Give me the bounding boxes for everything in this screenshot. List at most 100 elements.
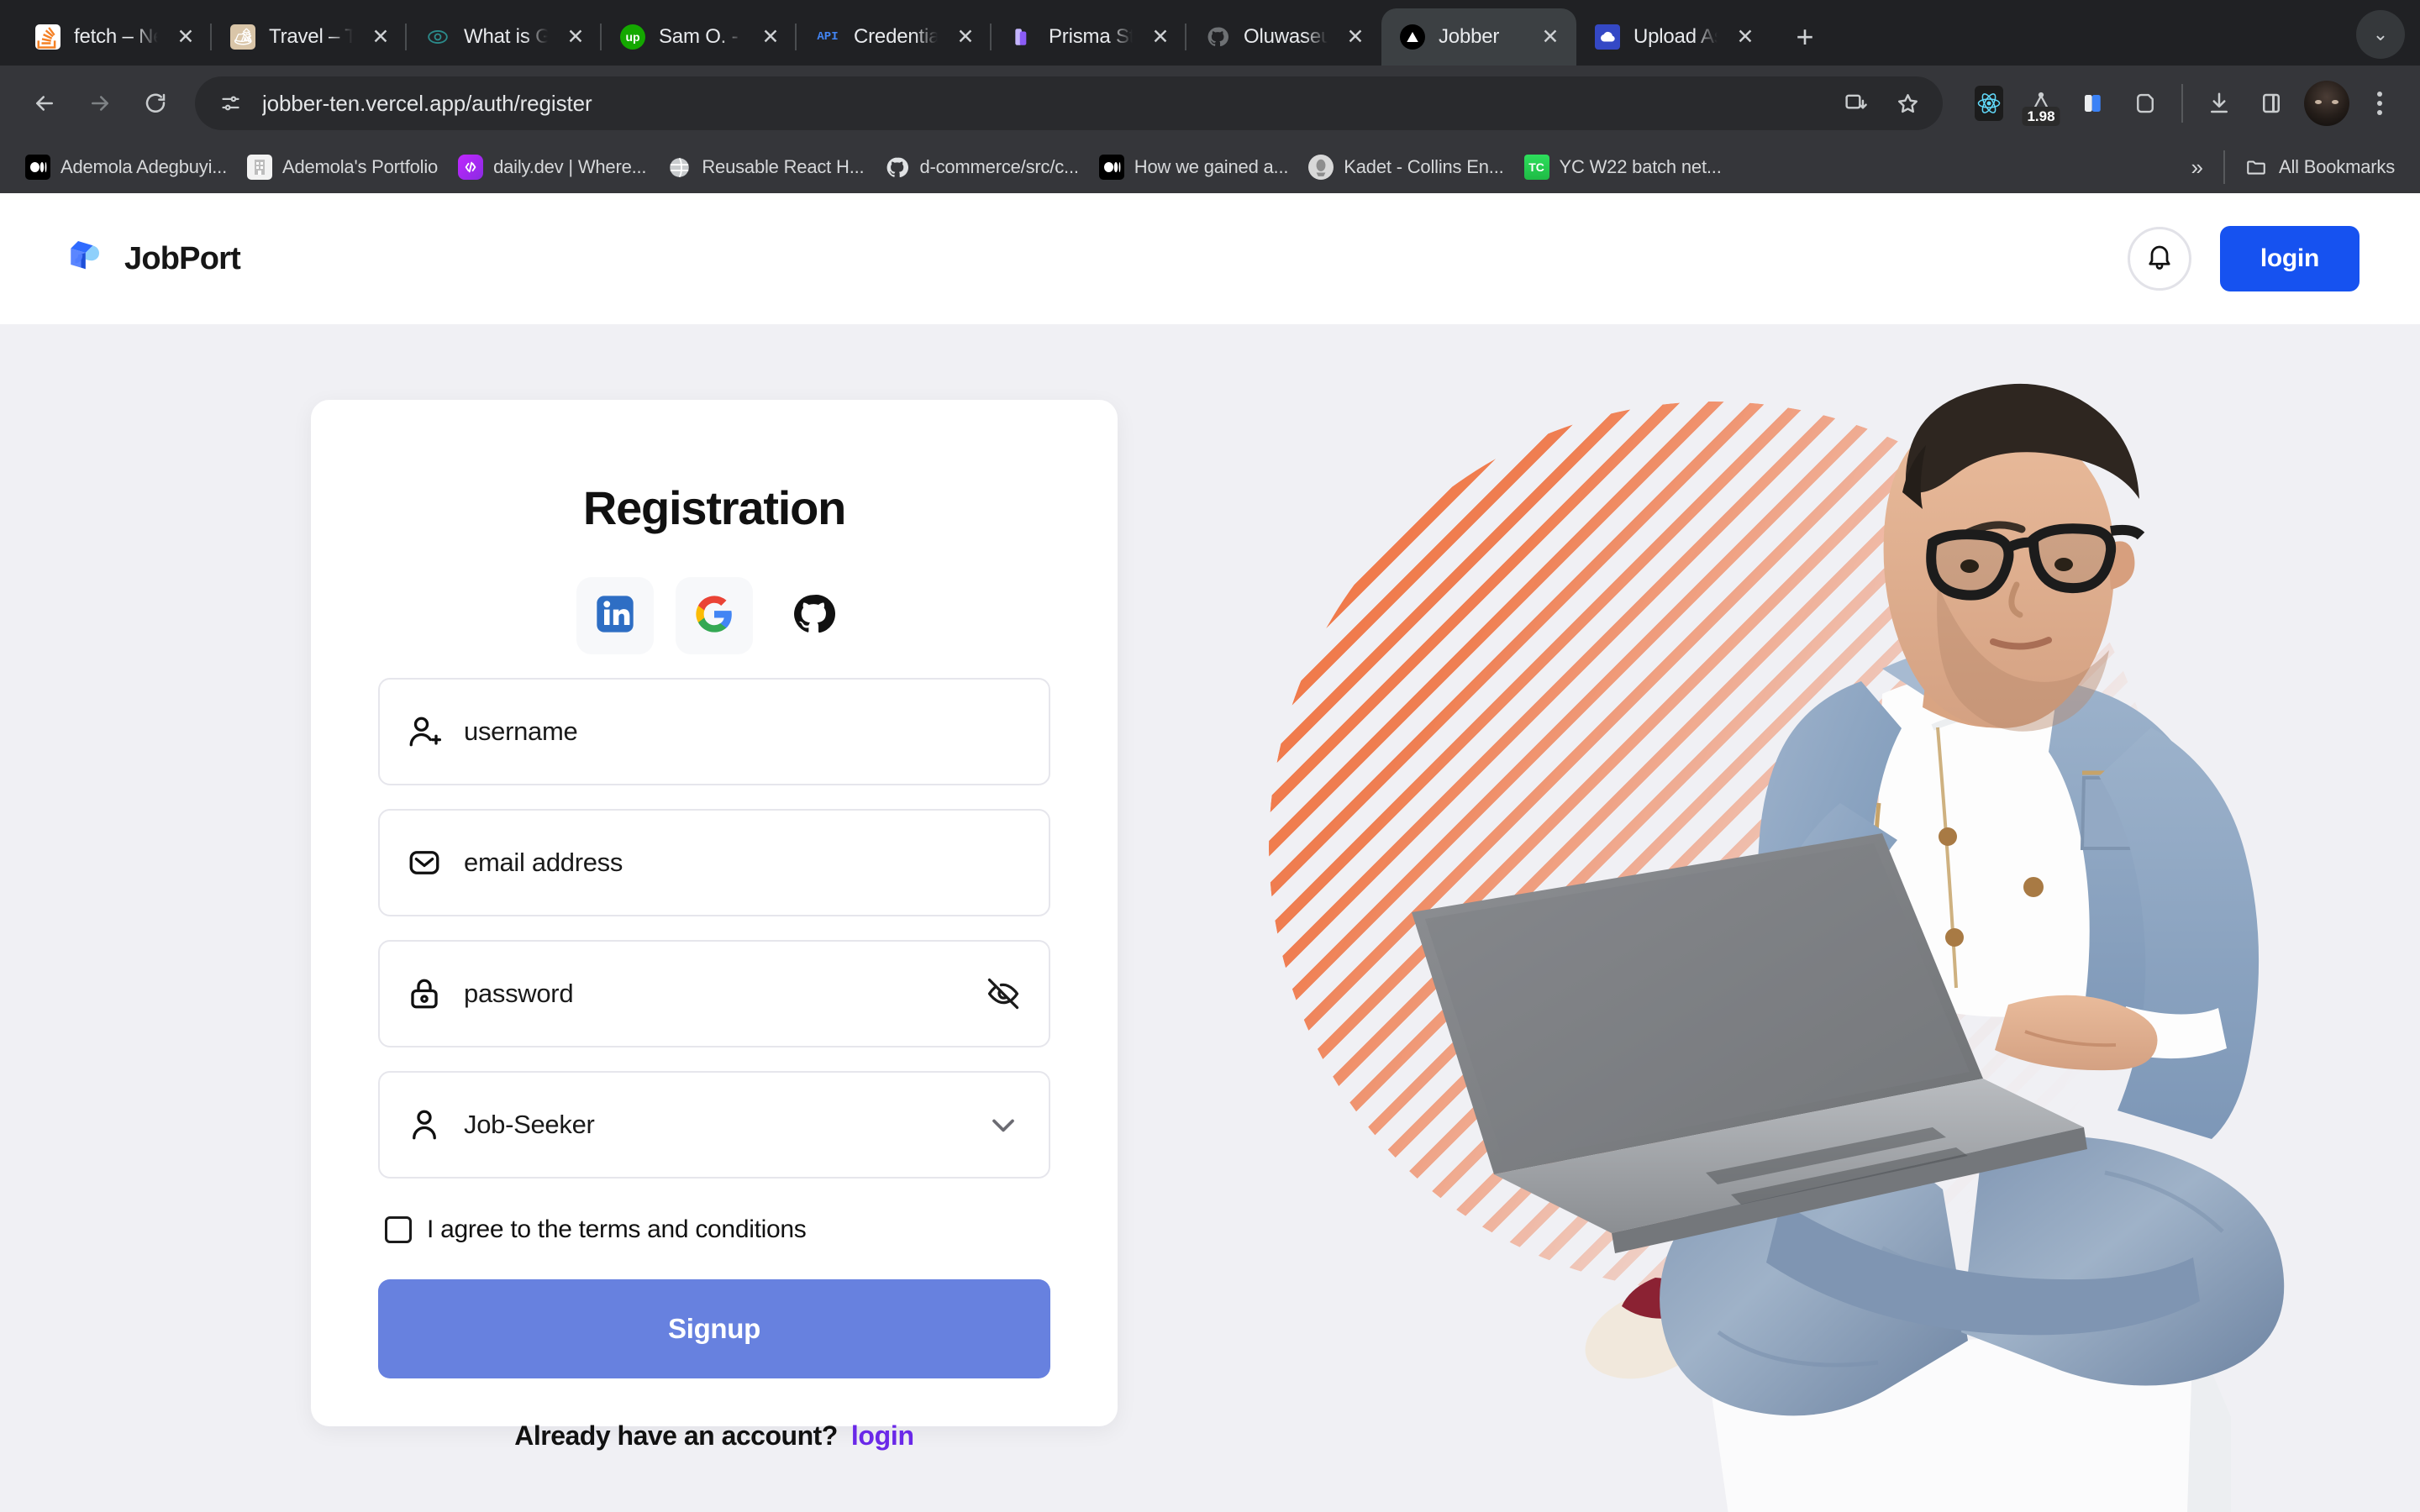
email-field[interactable]: email address: [378, 809, 1050, 916]
browser-tab-active[interactable]: Jobber ✕: [1381, 8, 1576, 66]
eye-off-icon[interactable]: [985, 975, 1022, 1012]
bell-icon: [2144, 242, 2175, 276]
jobport-logo-icon: [60, 235, 108, 282]
address-bar[interactable]: jobber-ten.vercel.app/auth/register: [195, 76, 1943, 130]
linkedin-icon: [593, 592, 637, 640]
eye-icon: [425, 24, 450, 50]
toolbar-divider: [2181, 84, 2183, 123]
dailydev-icon: [458, 155, 484, 180]
prisma-icon: [1010, 24, 1035, 50]
tab-close-icon[interactable]: ✕: [1731, 23, 1760, 51]
bookmark-label: YC W22 batch net...: [1559, 156, 1722, 177]
bookmark-label: daily.dev | Where...: [493, 156, 647, 177]
bookmark-item[interactable]: Ademola Adegbuyi...: [15, 150, 237, 185]
tab-close-icon[interactable]: ✕: [951, 23, 980, 51]
tab-title: Prisma Studi: [1049, 25, 1133, 48]
browser-tab[interactable]: fetch – Next.j ✕: [17, 8, 212, 66]
login-button[interactable]: login: [2219, 226, 2360, 291]
side-panel-icon[interactable]: [2247, 79, 2296, 128]
tab-title: What is Grap: [464, 25, 548, 48]
bookmarks-divider: [2223, 150, 2225, 184]
medium-icon: [1098, 155, 1124, 180]
bookmark-item[interactable]: How we gained a...: [1089, 150, 1299, 185]
stackoverflow-icon: [35, 24, 60, 50]
github-login-button[interactable]: [775, 577, 852, 654]
bookmarks-overflow-icon[interactable]: »: [2180, 151, 2215, 184]
browser-toolbar: jobber-ten.vercel.app/auth/register 1.98: [0, 66, 2420, 141]
bookmark-label: d-commerce/src/c...: [919, 156, 1079, 177]
download-icon[interactable]: [2195, 79, 2244, 128]
wappalyzer-icon[interactable]: 1.98: [2017, 79, 2065, 128]
chevron-down-icon[interactable]: [985, 1106, 1022, 1143]
login-prompt: Already have an account? login: [378, 1420, 1050, 1452]
google-login-button[interactable]: [676, 577, 753, 654]
browser-tab[interactable]: API Credentials – ✕: [795, 8, 992, 66]
tab-close-icon[interactable]: ✕: [1146, 23, 1175, 51]
web-page: JobPort login Registration username emai…: [0, 193, 2420, 1512]
password-field[interactable]: password: [378, 940, 1050, 1047]
vercel-icon: [1400, 24, 1425, 50]
bookmark-item[interactable]: daily.dev | Where...: [448, 150, 656, 185]
star-icon[interactable]: [1884, 80, 1931, 127]
bookmark-item[interactable]: d-commerce/src/c...: [874, 150, 1088, 185]
bookmark-item[interactable]: Kadet - Collins En...: [1298, 150, 1513, 185]
kadet-icon: [1308, 155, 1334, 180]
tab-close-icon[interactable]: ✕: [171, 23, 200, 51]
tab-strip-right: ⌄: [2356, 10, 2405, 59]
username-field[interactable]: username: [378, 678, 1050, 785]
folder-icon: [2244, 155, 2269, 180]
role-select-value: Job-Seeker: [464, 1110, 595, 1139]
kebab-menu-icon[interactable]: [2358, 79, 2402, 128]
forward-button[interactable]: [74, 77, 126, 129]
brand-logo[interactable]: JobPort: [60, 235, 241, 282]
login-prompt-text: Already have an account?: [514, 1420, 838, 1451]
linkedin-login-button[interactable]: [576, 577, 654, 654]
tab-title: Travel – Top h: [269, 25, 353, 48]
navbar-actions: login: [2127, 226, 2360, 291]
browser-window: fetch – Next.j ✕ 🏕 Travel – Top h ✕ What…: [0, 0, 2420, 1512]
password-input[interactable]: password: [464, 979, 963, 1009]
tune-icon[interactable]: [210, 83, 250, 123]
browser-tab[interactable]: What is Grap ✕: [405, 8, 602, 66]
login-link[interactable]: login: [851, 1420, 914, 1451]
back-button[interactable]: [18, 77, 71, 129]
browser-tab[interactable]: Prisma Studi ✕: [990, 8, 1186, 66]
tab-close-icon[interactable]: ✕: [1341, 23, 1370, 51]
notion-clipper-icon[interactable]: [2069, 79, 2118, 128]
tab-close-icon[interactable]: ✕: [756, 23, 785, 51]
role-select[interactable]: Job-Seeker: [378, 1071, 1050, 1179]
grammarly-icon[interactable]: [2121, 79, 2170, 128]
notification-bell-button[interactable]: [2127, 227, 2191, 291]
browser-tab[interactable]: Upload Asset ✕: [1576, 8, 1771, 66]
install-app-icon[interactable]: [1832, 80, 1879, 127]
browser-tab[interactable]: 🏕 Travel – Top h ✕: [210, 8, 407, 66]
tab-close-icon[interactable]: ✕: [561, 23, 590, 51]
terms-checkbox[interactable]: [385, 1216, 412, 1243]
all-bookmarks-button[interactable]: All Bookmarks: [2233, 150, 2405, 185]
techcrunch-icon: TC: [1523, 155, 1549, 180]
man-with-laptop-illustration: [1344, 333, 2336, 1512]
tab-search-icon[interactable]: ⌄: [2356, 10, 2405, 59]
tab-title: fetch – Next.j: [74, 25, 158, 48]
tab-close-icon[interactable]: ✕: [1536, 23, 1565, 51]
bookmark-item[interactable]: Ademola's Portfolio: [237, 150, 448, 185]
tab-close-icon[interactable]: ✕: [366, 23, 395, 51]
social-login-row: [378, 577, 1050, 654]
extension-badge: 1.98: [2022, 106, 2060, 126]
react-devtools-icon[interactable]: [1965, 79, 2013, 128]
terms-row[interactable]: I agree to the terms and conditions: [378, 1215, 1050, 1244]
bookmark-label: How we gained a...: [1134, 156, 1289, 177]
bookmark-label: Reusable React H...: [702, 156, 865, 177]
username-input[interactable]: username: [464, 717, 1022, 747]
profile-avatar[interactable]: [2304, 81, 2349, 126]
api-icon: API: [817, 30, 839, 44]
bookmark-item[interactable]: TC YC W22 batch net...: [1514, 150, 1732, 185]
browser-tab[interactable]: Oluwaseun-O ✕: [1185, 8, 1381, 66]
bookmark-item[interactable]: Reusable React H...: [656, 150, 874, 185]
reload-button[interactable]: [129, 77, 182, 129]
signup-button[interactable]: Signup: [378, 1279, 1050, 1378]
browser-tab[interactable]: up Sam O. - Sof ✕: [600, 8, 797, 66]
email-input[interactable]: email address: [464, 848, 1022, 878]
tab-title: Credentials –: [854, 25, 938, 48]
new-tab-button[interactable]: +: [1781, 13, 1828, 60]
